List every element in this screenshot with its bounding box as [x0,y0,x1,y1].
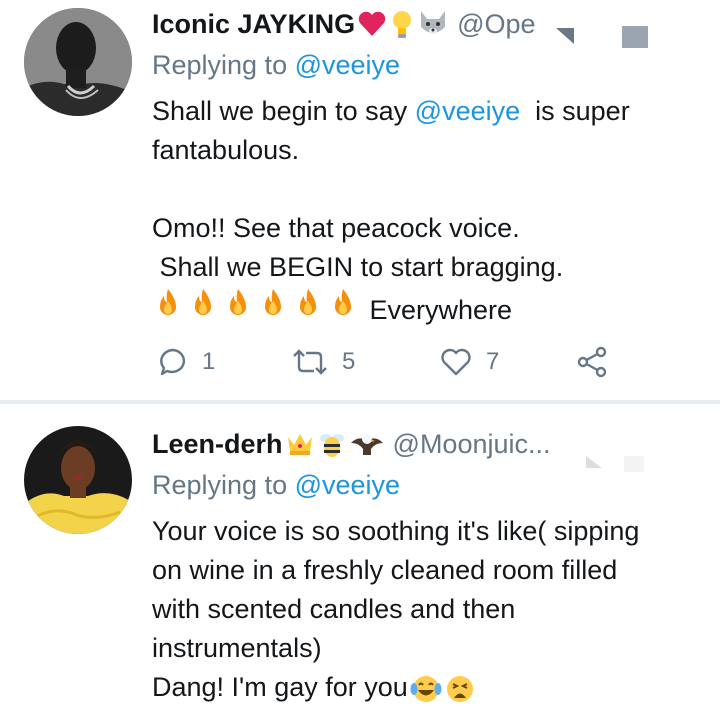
retweet-icon [293,349,327,375]
bee-emoji-icon [317,429,347,459]
tweet-reply[interactable]: Leen-derh @Moonjuic... Replying to @veei… [0,404,720,708]
eagle-emoji-icon [349,429,385,459]
overlay-artifact [622,26,648,48]
share-button[interactable] [576,342,622,382]
fire-emoji-row [152,287,362,319]
reply-count: 1 [202,348,216,375]
text-segment: is super [520,96,630,126]
fire-emoji-icon [265,289,281,315]
text-line: Dang! I'm gay for you [152,668,702,707]
replying-to: Replying to @veeiye [152,470,400,501]
text-line: Shall we BEGIN to start bragging. [152,252,564,282]
text-segment: Shall we begin to say [152,96,415,126]
avatar[interactable] [24,426,132,534]
mention-link[interactable]: @veeiye [295,470,400,500]
text-line: instrumentals) [152,633,322,663]
avatar[interactable] [24,8,132,116]
text-line: Your voice is so soothing it's like( sip… [152,516,640,546]
display-name[interactable]: Iconic JAYKING [152,9,355,40]
retweet-count: 5 [342,348,356,375]
replying-to-label: Replying to [152,50,288,80]
like-button[interactable]: 7 [440,342,499,382]
tears-of-joy-emoji-icon [410,673,442,705]
heart-icon [441,348,471,376]
text-line: with scented candles and then [152,594,516,624]
tweet-header: Iconic JAYKING @Ope [152,4,536,44]
avatar-image [24,8,132,116]
text-line: Shall we begin to say @veeiye is super [152,92,702,131]
text-segment: Everywhere [362,295,513,325]
like-count: 7 [486,348,500,375]
retweet-button[interactable]: 5 [292,342,355,382]
user-handle[interactable]: @Ope [457,9,535,40]
red-heart-emoji-icon [357,10,387,38]
replying-to-label: Replying to [152,470,288,500]
overlay-artifact [586,456,602,468]
tweet-text: Your voice is so soothing it's like( sip… [152,512,702,707]
mention-link[interactable]: @veeiye [295,50,400,80]
overlay-artifact [556,28,574,44]
fire-emoji-icon [335,289,351,315]
text-line: on wine in a freshly cleaned room filled [152,555,618,585]
avatar-image [24,426,132,534]
tweet-header: Leen-derh @Moonjuic... [152,424,551,464]
replying-to: Replying to @veeiye [152,50,400,81]
share-icon [577,346,607,378]
crown-emoji-icon [285,431,315,457]
display-name[interactable]: Leen-derh [152,429,283,460]
weary-face-emoji-icon [444,673,476,705]
text-line: Omo!! See that peacock voice. [152,213,520,243]
mention-link[interactable]: @veeiye [415,96,520,126]
fire-emoji-icon [300,289,316,315]
tweet-actions: 1 5 7 [152,342,622,382]
tweet-reply[interactable]: Iconic JAYKING @Ope Replying to @veeiye … [0,0,720,400]
reply-feed: Iconic JAYKING @Ope Replying to @veeiye … [0,0,720,708]
wolf-emoji-icon [417,9,449,39]
light-bulb-emoji-icon [389,8,415,40]
reply-icon [160,348,186,376]
fire-emoji-icon [195,289,211,315]
reply-button[interactable]: 1 [158,342,215,382]
text-line: fantabulous. [152,135,300,165]
fire-emoji-icon [230,289,246,315]
tweet-text: Shall we begin to say @veeiye is super f… [152,92,702,326]
user-handle[interactable]: @Moonjuic... [393,429,551,460]
text-line: Everywhere [152,287,702,326]
overlay-artifact [624,456,644,472]
text-segment: Dang! I'm gay for you [152,672,408,702]
fire-emoji-icon [160,289,176,315]
